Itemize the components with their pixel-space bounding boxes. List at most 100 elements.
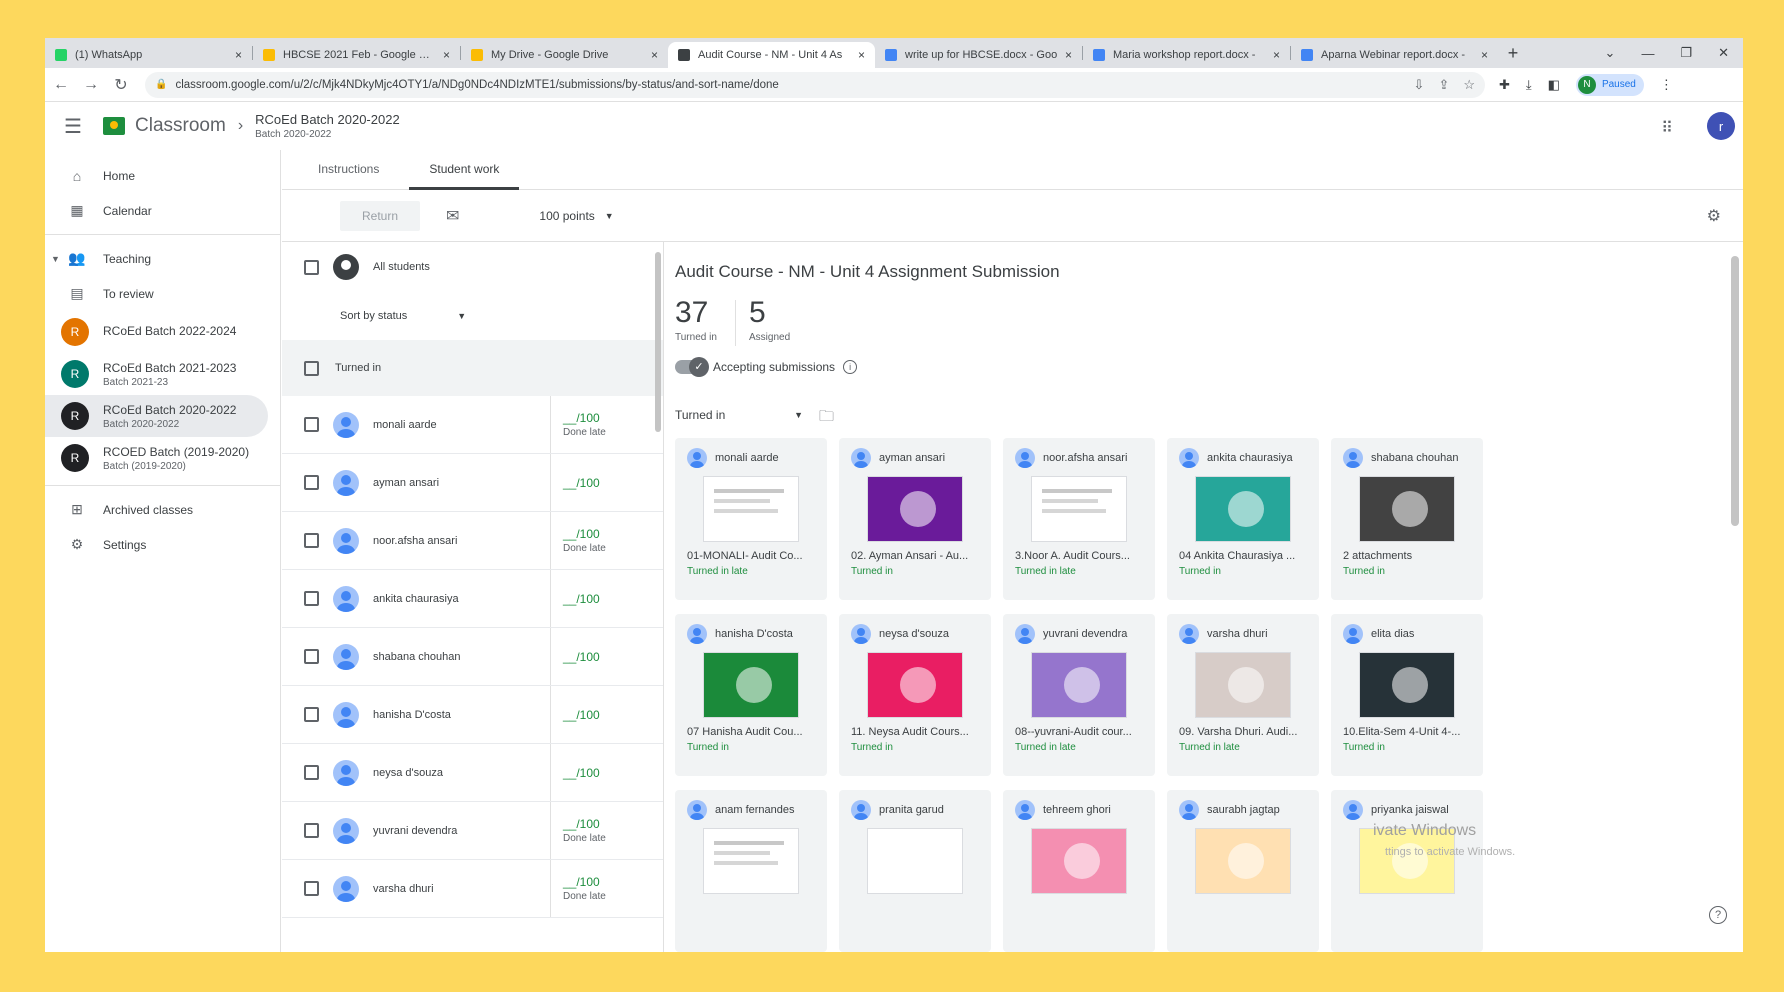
- student-checkbox[interactable]: [304, 765, 319, 780]
- browser-tab[interactable]: Aparna Webinar report.docx - ×: [1291, 42, 1498, 68]
- student-row[interactable]: neysa d'souza __/100: [282, 744, 663, 802]
- submission-card[interactable]: elita dias 10.Elita-Sem 4-Unit 4-... Turne…: [1331, 614, 1483, 776]
- sidebar-item-to-review[interactable]: ▤ To review: [45, 276, 280, 311]
- install-icon[interactable]: ⇩: [1414, 77, 1425, 93]
- tab-search-icon[interactable]: ⌄: [1605, 45, 1616, 61]
- close-tab-icon[interactable]: ×: [1065, 48, 1072, 62]
- student-row[interactable]: noor.afsha ansari __/100 Done late: [282, 512, 663, 570]
- section-checkbox[interactable]: [304, 360, 319, 376]
- close-tab-icon[interactable]: ×: [1273, 48, 1280, 62]
- side-panel-icon[interactable]: ◧: [1548, 77, 1560, 93]
- attachment-thumbnail[interactable]: [1031, 476, 1127, 542]
- close-tab-icon[interactable]: ×: [651, 48, 658, 62]
- submission-card[interactable]: ayman ansari 02. Ayman Ansari - Au... Turn…: [839, 438, 991, 600]
- sidebar-item-archived[interactable]: ⊞ Archived classes: [45, 492, 280, 527]
- submission-card[interactable]: varsha dhuri 09. Varsha Dhuri. Audi... Tur…: [1167, 614, 1319, 776]
- browser-tab[interactable]: Audit Course - NM - Unit 4 As ×: [668, 42, 875, 68]
- grade-field[interactable]: __/100: [550, 628, 600, 685]
- minimize-icon[interactable]: —: [1641, 46, 1654, 61]
- attachment-thumbnail[interactable]: [703, 476, 799, 542]
- close-tab-icon[interactable]: ×: [443, 48, 450, 62]
- sidebar-item-home[interactable]: ⌂ Home: [45, 158, 280, 193]
- email-icon[interactable]: ✉: [446, 206, 459, 226]
- download-icon[interactable]: ⤓: [1526, 77, 1532, 93]
- folder-icon[interactable]: 🗀: [819, 406, 834, 431]
- sidebar-class-item[interactable]: R RCoEd Batch 2021-2023 Batch 2021-23: [45, 353, 268, 395]
- browser-tab[interactable]: (1) WhatsApp ×: [45, 42, 252, 68]
- attachment-thumbnail[interactable]: [1195, 652, 1291, 718]
- profile-button[interactable]: N Paused: [1575, 73, 1644, 96]
- student-row[interactable]: ankita chaurasiya __/100: [282, 570, 663, 628]
- back-icon[interactable]: ←: [47, 76, 75, 94]
- close-window-icon[interactable]: ✕: [1718, 45, 1729, 61]
- status-filter-select[interactable]: Turned in ▼: [675, 408, 803, 422]
- google-apps-icon[interactable]: ⠿: [1661, 118, 1673, 138]
- classroom-logo[interactable]: [103, 117, 125, 135]
- grade-field[interactable]: __/100: [550, 744, 600, 801]
- sidebar-item-calendar[interactable]: ▦ Calendar: [45, 193, 280, 228]
- student-checkbox[interactable]: [304, 475, 319, 490]
- restore-icon[interactable]: ❐: [1680, 45, 1692, 61]
- breadcrumb[interactable]: RCoEd Batch 2020-2022 Batch 2020-2022: [255, 112, 400, 140]
- browser-tab[interactable]: write up for HBCSE.docx - Goo ×: [875, 42, 1082, 68]
- grade-field[interactable]: __/100 Done late: [550, 396, 606, 453]
- student-row[interactable]: shabana chouhan __/100: [282, 628, 663, 686]
- submission-card[interactable]: anam fernandes: [675, 790, 827, 952]
- tab-instructions[interactable]: Instructions: [298, 150, 399, 190]
- attachment-thumbnail[interactable]: [1031, 828, 1127, 894]
- all-students-checkbox[interactable]: [304, 259, 319, 275]
- bookmark-star-icon[interactable]: ☆: [1463, 77, 1475, 93]
- grade-field[interactable]: __/100: [550, 686, 600, 743]
- tab-student-work[interactable]: Student work: [409, 150, 520, 190]
- submission-card[interactable]: noor.afsha ansari 3.Noor A. Audit Cours..…: [1003, 438, 1155, 600]
- submission-card[interactable]: shabana chouhan 2 attachments Turned in: [1331, 438, 1483, 600]
- student-row[interactable]: varsha dhuri __/100 Done late: [282, 860, 663, 918]
- points-select[interactable]: 100 points ▼: [539, 209, 613, 223]
- student-checkbox[interactable]: [304, 417, 319, 432]
- sidebar-class-item[interactable]: R RCoEd Batch 2022-2024: [45, 311, 268, 353]
- student-checkbox[interactable]: [304, 591, 319, 606]
- new-tab-icon[interactable]: +: [1498, 43, 1528, 64]
- sidebar-class-item[interactable]: R RCoEd Batch 2020-2022 Batch 2020-2022: [45, 395, 268, 437]
- submission-card[interactable]: neysa d'souza 11. Neysa Audit Cours... Tur…: [839, 614, 991, 776]
- reload-icon[interactable]: ↻: [107, 75, 135, 95]
- browser-tab[interactable]: Maria workshop report.docx - ×: [1083, 42, 1290, 68]
- grade-field[interactable]: __/100 Done late: [550, 860, 606, 917]
- student-row[interactable]: ayman ansari __/100: [282, 454, 663, 512]
- submission-card[interactable]: priyanka jaiswal: [1331, 790, 1483, 952]
- browser-tab[interactable]: HBCSE 2021 Feb - Google Drive ×: [253, 42, 460, 68]
- grade-field[interactable]: __/100: [550, 570, 600, 627]
- account-avatar[interactable]: r: [1707, 112, 1735, 140]
- accepting-toggle[interactable]: [675, 357, 709, 377]
- student-checkbox[interactable]: [304, 649, 319, 664]
- submission-card[interactable]: saurabh jagtap: [1167, 790, 1319, 952]
- browser-menu-icon[interactable]: ⋮: [1660, 77, 1673, 93]
- close-tab-icon[interactable]: ×: [1481, 48, 1488, 62]
- attachment-thumbnail[interactable]: [867, 652, 963, 718]
- browser-tab[interactable]: My Drive - Google Drive ×: [461, 42, 668, 68]
- attachment-thumbnail[interactable]: [867, 828, 963, 894]
- attachment-thumbnail[interactable]: [867, 476, 963, 542]
- student-checkbox[interactable]: [304, 533, 319, 548]
- turned-in-stat[interactable]: 37 Turned in: [675, 296, 717, 343]
- grade-field[interactable]: __/100: [550, 454, 600, 511]
- all-students-row[interactable]: All students: [282, 242, 663, 292]
- forward-icon[interactable]: →: [77, 76, 105, 94]
- submission-card[interactable]: pranita garud: [839, 790, 991, 952]
- sidebar-item-settings[interactable]: ⚙ Settings: [45, 527, 280, 562]
- extensions-icon[interactable]: ✚: [1499, 77, 1510, 93]
- attachment-thumbnail[interactable]: [1195, 828, 1291, 894]
- assigned-stat[interactable]: 5 Assigned: [749, 296, 790, 343]
- share-icon[interactable]: ⇪: [1438, 77, 1449, 93]
- main-menu-icon[interactable]: ☰: [45, 114, 101, 139]
- student-checkbox[interactable]: [304, 823, 319, 838]
- sidebar-item-teaching[interactable]: ▼ 👥 Teaching: [45, 241, 280, 276]
- student-checkbox[interactable]: [304, 881, 319, 896]
- submission-card[interactable]: hanisha D'costa 07 Hanisha Audit Cou... Tu…: [675, 614, 827, 776]
- submission-card[interactable]: yuvrani devendra 08--yuvrani-Audit cour..…: [1003, 614, 1155, 776]
- caret-down-icon[interactable]: ▼: [51, 254, 60, 264]
- settings-gear-icon[interactable]: ⚙: [1707, 206, 1721, 226]
- sidebar-class-item[interactable]: R RCOED Batch (2019-2020) Batch (2019-2020…: [45, 437, 268, 479]
- help-icon[interactable]: ?: [1709, 906, 1727, 924]
- grade-field[interactable]: __/100 Done late: [550, 512, 606, 569]
